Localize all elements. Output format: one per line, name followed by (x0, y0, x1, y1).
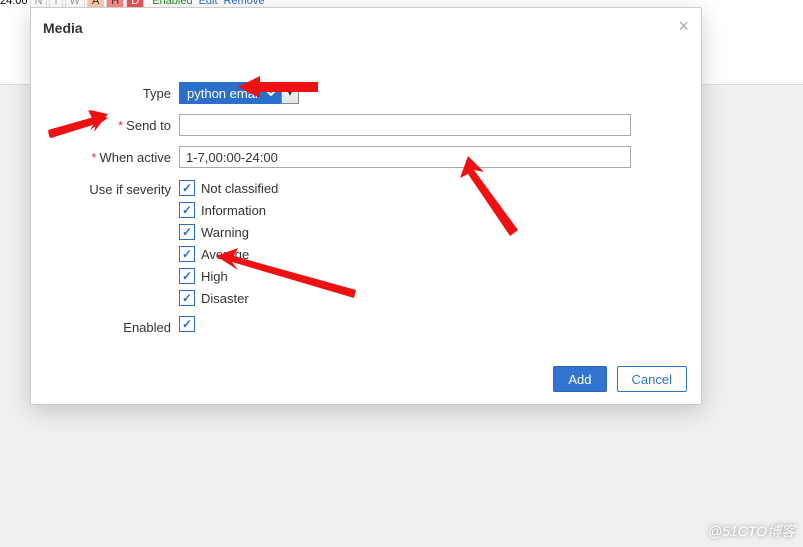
checkbox-icon[interactable]: ✓ (179, 224, 195, 240)
severity-average[interactable]: ✓ Average (179, 246, 278, 262)
severity-option-label: Not classified (201, 181, 278, 196)
bg-enabled: Enabled (152, 0, 192, 7)
type-select-field[interactable]: python email (179, 82, 281, 104)
modal-title: Media (43, 20, 83, 36)
severity-disaster[interactable]: ✓ Disaster (179, 290, 278, 306)
severity-option-label: Average (201, 247, 249, 262)
severity-warning[interactable]: ✓ Warning (179, 224, 278, 240)
when-active-input[interactable] (179, 146, 631, 168)
media-modal: Media × Type python email ▾ *Send to *Wh… (30, 7, 702, 405)
send-to-input[interactable] (179, 114, 631, 136)
checkbox-icon[interactable]: ✓ (179, 246, 195, 262)
severity-option-label: Information (201, 203, 266, 218)
severity-label: Use if severity (31, 178, 179, 197)
bg-remove-link[interactable]: Remove (224, 0, 265, 7)
enabled-label: Enabled (31, 316, 179, 335)
add-button[interactable]: Add (553, 366, 606, 392)
checkbox-icon[interactable]: ✓ (179, 290, 195, 306)
severity-information[interactable]: ✓ Information (179, 202, 278, 218)
severity-group: ✓ Not classified ✓ Information ✓ Warning ✓ A… (179, 178, 278, 306)
close-icon[interactable]: × (678, 16, 689, 37)
type-select[interactable]: python email ▾ (179, 82, 299, 104)
checkbox-icon[interactable]: ✓ (179, 202, 195, 218)
severity-not-classified[interactable]: ✓ Not classified (179, 180, 278, 196)
when-active-label: *When active (31, 146, 179, 165)
cancel-button[interactable]: Cancel (617, 366, 687, 392)
severity-option-label: High (201, 269, 228, 284)
checkbox-icon[interactable]: ✓ (179, 268, 195, 284)
required-marker: * (118, 118, 123, 133)
severity-option-label: Warning (201, 225, 249, 240)
checkbox-icon[interactable]: ✓ (179, 180, 195, 196)
send-to-label: *Send to (31, 114, 179, 133)
chevron-down-icon[interactable]: ▾ (281, 82, 299, 104)
type-label: Type (31, 82, 179, 101)
bg-time: 24:00 (0, 0, 28, 7)
watermark: @51CTO博客 (708, 521, 795, 541)
media-form: Type python email ▾ *Send to *When activ… (31, 82, 701, 345)
severity-option-label: Disaster (201, 291, 249, 306)
enabled-checkbox[interactable]: ✓ (179, 316, 195, 332)
bg-edit-link[interactable]: Edit (199, 0, 218, 7)
severity-high[interactable]: ✓ High (179, 268, 278, 284)
required-marker: * (91, 150, 96, 165)
